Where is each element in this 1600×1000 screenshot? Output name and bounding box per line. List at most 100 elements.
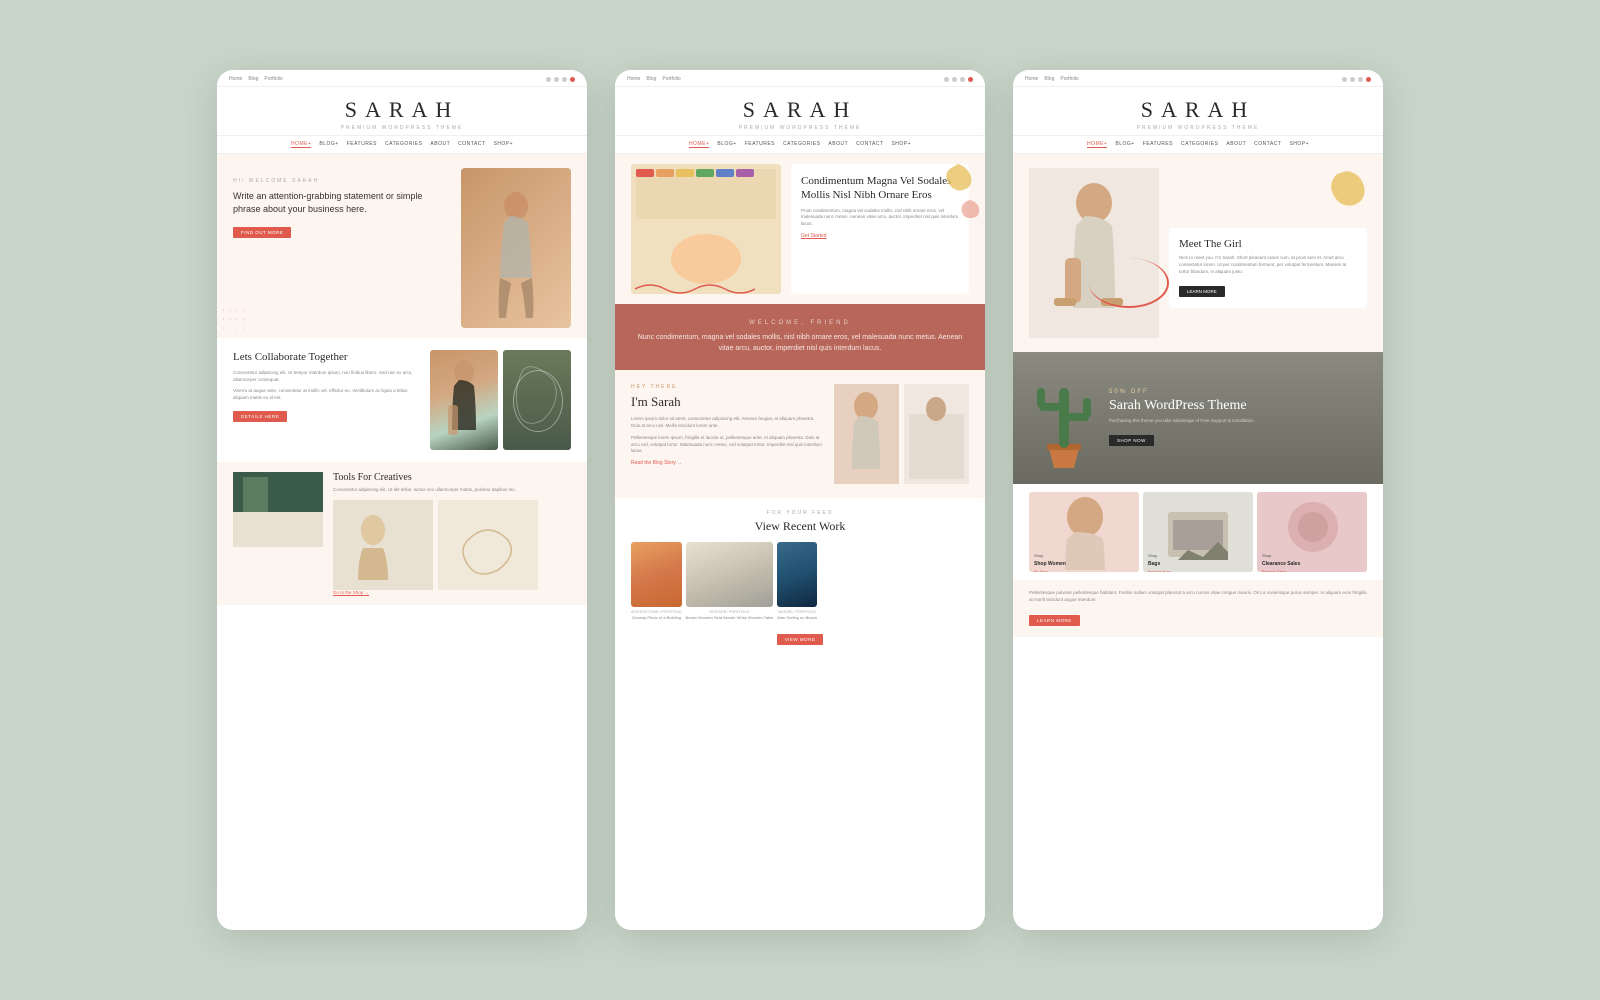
- screen3-promo-sale: 50% OFF: [1109, 389, 1367, 395]
- nav-home-2[interactable]: Home: [627, 76, 640, 82]
- screen3-meet-title: Meet The Girl: [1179, 238, 1357, 250]
- nav-menu-home-2[interactable]: HOME+: [689, 141, 709, 148]
- screen3-meet-body: Nice to meet you. I'm Sarah. Short pleas…: [1179, 255, 1357, 275]
- shop-item1-sub: Shop: [1034, 553, 1043, 558]
- nav-blog-1[interactable]: Blog: [248, 76, 258, 82]
- about-img2-svg: [904, 384, 969, 484]
- social-icon-i-3[interactable]: [1366, 77, 1371, 82]
- screen2-hero-body: Proin condimentum, magna vel sodales mol…: [801, 208, 959, 228]
- portfolio-caption-2: INTERIOR / PORTFOLIO Brown Wooden Seat B…: [686, 610, 774, 620]
- logo-title-3: SARAH: [1013, 97, 1383, 123]
- social-icon-t-2[interactable]: [952, 77, 957, 82]
- nav-menu-blog-2[interactable]: BLOG+: [717, 141, 736, 148]
- screen3-footer-btn[interactable]: LEARN MORE: [1029, 615, 1080, 626]
- screen2-about-title: I'm Sarah: [631, 394, 824, 410]
- screen2-welcome-band: WELCOME, FRIEND Nunc condimentum, magna …: [615, 304, 985, 370]
- shop-item2-btn[interactable]: Browse Now: [1148, 569, 1170, 572]
- screen1-hero-text: HI! WELCOME SARAH Write an attention-gra…: [233, 168, 451, 328]
- nav-blog-2[interactable]: Blog: [646, 76, 656, 82]
- nav-portfolio-2[interactable]: Portfolio: [662, 76, 680, 82]
- screen3-hero-content: Meet The Girl Nice to meet you. I'm Sara…: [1169, 168, 1367, 338]
- screen2-about-images: [834, 384, 969, 484]
- screen3-red-line: [1089, 258, 1169, 308]
- social-icon-i[interactable]: [570, 77, 575, 82]
- nav-menu-features-2[interactable]: FEATURES: [745, 141, 775, 148]
- screen3-hero-image: [1029, 168, 1159, 338]
- social-icon-t-3[interactable]: [1350, 77, 1355, 82]
- shop-item3-btn[interactable]: Browse Sales: [1262, 569, 1286, 572]
- portfolio-item-1: ARCHITECTURE / PORTFOLIO Closeup Photo o…: [631, 542, 682, 620]
- nav-home-3[interactable]: Home: [1025, 76, 1038, 82]
- shop-item1-btn[interactable]: By Now: [1034, 569, 1048, 572]
- screen1-gallery-img1: [333, 500, 433, 590]
- portfolio-item-3: NATURE / PORTFOLIO Man Surfing on Beach: [777, 542, 817, 620]
- screen1-hero-image: [461, 168, 571, 328]
- social-icon-i-2[interactable]: [968, 77, 973, 82]
- screen1-collab-cta[interactable]: DETAILS HERE: [233, 411, 287, 422]
- screen3-logo: SARAH PREMIUM WORDPRESS THEME: [1013, 87, 1383, 135]
- social-icon-f[interactable]: [546, 77, 551, 82]
- portfolio-view-more-btn[interactable]: VIEW MORE: [777, 634, 824, 645]
- nav-portfolio-3[interactable]: Portfolio: [1060, 76, 1078, 82]
- social-icon-p[interactable]: [562, 77, 567, 82]
- screen1-collab: Lets Collaborate Together Consectetur ad…: [217, 338, 587, 462]
- social-icon-p-2[interactable]: [960, 77, 965, 82]
- nav-menu-contact-3[interactable]: CONTACT: [1254, 141, 1281, 148]
- nav-home-1[interactable]: Home: [229, 76, 242, 82]
- screen2-hero-cta[interactable]: Get Started: [801, 233, 959, 239]
- logo-title-1: SARAH: [217, 97, 587, 123]
- nav-menu-cat-3[interactable]: CATEGORIES: [1181, 141, 1218, 148]
- nav-menu-contact-2[interactable]: CONTACT: [856, 141, 883, 148]
- logo-subtitle-2: PREMIUM WORDPRESS THEME: [615, 125, 985, 131]
- portfolio-img-3: [777, 542, 817, 607]
- screen3-promo: 50% OFF Sarah WordPress Theme Purchasing…: [1013, 352, 1383, 484]
- nav-menu-features-3[interactable]: FEATURES: [1143, 141, 1173, 148]
- social-icons-2: [944, 77, 973, 82]
- screen2-read-more[interactable]: Read the Blog Story →: [631, 460, 824, 466]
- social-icon-t[interactable]: [554, 77, 559, 82]
- screen1-tools-body: Consectetur adipiscing elit. Ut elit tel…: [333, 487, 571, 494]
- portfolio-title-1: Closeup Photo of a Building: [631, 615, 682, 620]
- nav-menu-home-1[interactable]: HOME+: [291, 141, 311, 148]
- nav-portfolio-1[interactable]: Portfolio: [264, 76, 282, 82]
- screen1-hero-cta[interactable]: FIND OUT MORE: [233, 227, 291, 238]
- screen1-collab-text: Lets Collaborate Together Consectetur ad…: [233, 350, 420, 450]
- nav-menu-blog-3[interactable]: BLOG+: [1115, 141, 1134, 148]
- portfolio-title-3: Man Surfing on Beach: [777, 615, 817, 620]
- nav-menu-cat-2[interactable]: CATEGORIES: [783, 141, 820, 148]
- screen3-plant: [1029, 368, 1099, 468]
- screen1-tagline: Write an attention-grabbing statement or…: [233, 190, 451, 215]
- screen1-read-more[interactable]: Go to the Shop →: [333, 590, 571, 595]
- nav-menu-home-3[interactable]: HOME+: [1087, 141, 1107, 148]
- screen2-about-body: Lorem ipsum dolor sit amet, consectetur …: [631, 416, 824, 430]
- shop-item3-svg: [1257, 492, 1367, 572]
- social-icon-f-3[interactable]: [1342, 77, 1347, 82]
- screen2-portfolio-label: FOR YOUR FEED: [631, 510, 969, 516]
- nav-menu-about-2[interactable]: ABOUT: [828, 141, 848, 148]
- nav-menu-about-1[interactable]: ABOUT: [430, 141, 450, 148]
- social-icon-f-2[interactable]: [944, 77, 949, 82]
- screen3-main-nav: HOME+ BLOG+ FEATURES CATEGORIES ABOUT CO…: [1013, 135, 1383, 154]
- screen1-tools: Tools For Creatives Consectetur adipisci…: [217, 462, 587, 605]
- nav-menu-about-3[interactable]: ABOUT: [1226, 141, 1246, 148]
- screen3-shop-btn[interactable]: SHOP NOW: [1109, 435, 1154, 446]
- social-icons-3: [1342, 77, 1371, 82]
- nav-menu-shop-2[interactable]: SHOP+: [891, 141, 911, 148]
- nav-menu-features-1[interactable]: FEATURES: [347, 141, 377, 148]
- nav-menu-blog-1[interactable]: BLOG+: [319, 141, 338, 148]
- nav-menu-contact-1[interactable]: CONTACT: [458, 141, 485, 148]
- logo-subtitle-3: PREMIUM WORDPRESS THEME: [1013, 125, 1383, 131]
- nav-menu-shop-3[interactable]: SHOP+: [1289, 141, 1309, 148]
- screen1-tools-gallery: [333, 500, 571, 590]
- screen-3: Home Blog Portfolio SARAH PREMIUM WORDPR…: [1013, 70, 1383, 930]
- shop-item1-svg: [1029, 492, 1139, 572]
- nav-menu-cat-1[interactable]: CATEGORIES: [385, 141, 422, 148]
- screen2-view-more: VIEW MORE: [631, 628, 969, 646]
- screen3-shop-item-3: Shop Clearance Sales Browse Sales: [1257, 492, 1367, 572]
- nav-menu-shop-1[interactable]: SHOP+: [493, 141, 513, 148]
- screen1-tools-content: Tools For Creatives Consectetur adipisci…: [333, 472, 571, 595]
- social-icon-p-3[interactable]: [1358, 77, 1363, 82]
- screen3-learn-btn[interactable]: LEARN MORE: [1179, 286, 1225, 297]
- nav-blog-3[interactable]: Blog: [1044, 76, 1054, 82]
- cactus-svg: [1029, 368, 1099, 468]
